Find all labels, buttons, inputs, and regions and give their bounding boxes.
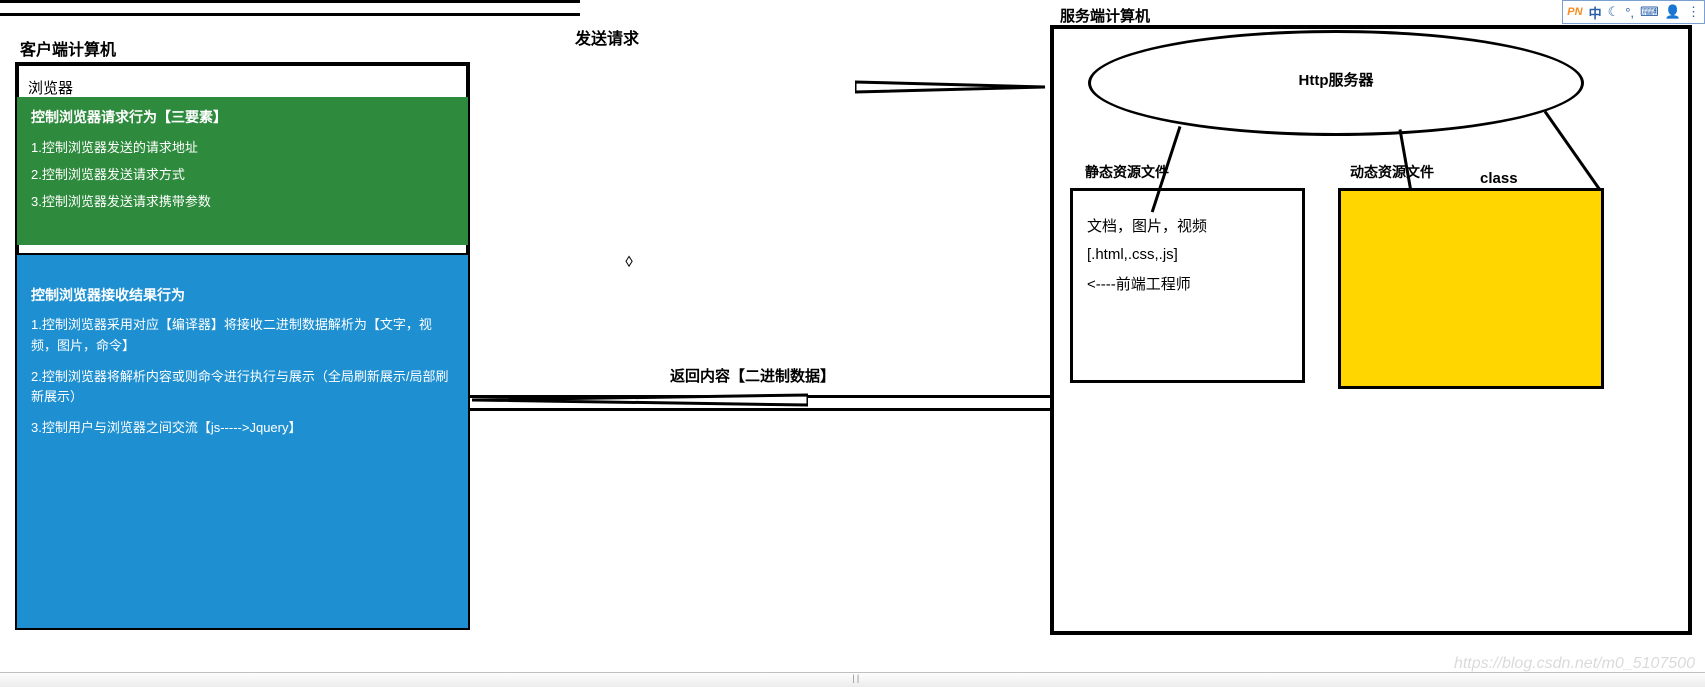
menu-icon[interactable]: ⋮	[1687, 4, 1700, 20]
request-arrow-stem	[0, 0, 580, 16]
moon-icon[interactable]: ☾	[1608, 4, 1620, 20]
request-behavior-panel: 控制浏览器请求行为【三要素】 1.控制浏览器发送的请求地址 2.控制浏览器发送请…	[17, 97, 468, 245]
watermark-text: https://blog.csdn.net/m0_5107500	[1454, 655, 1695, 673]
ime-tray[interactable]: PN 中 ☾ °, ⌨ 👤 ⋮	[1562, 0, 1705, 24]
response-arrow-head	[468, 383, 808, 417]
dynamic-resource-box	[1338, 188, 1604, 389]
static-line-2: [.html,.css,.js]	[1087, 246, 1288, 263]
send-request-label: 发送请求	[575, 25, 639, 49]
static-resource-title: 静态资源文件	[1085, 162, 1169, 182]
keyboard-icon[interactable]: ⌨	[1640, 4, 1659, 20]
response-panel-header: 控制浏览器接收结果行为	[31, 285, 454, 305]
response-behavior-panel: 控制浏览器接收结果行为 1.控制浏览器采用对应【编译器】将接收二进制数据解析为【…	[17, 253, 468, 628]
client-computer-title: 客户端计算机	[20, 36, 116, 60]
response-point-3: 3.控制用户与浏览器之间交流【js----->Jquery】	[31, 418, 454, 439]
request-panel-header: 控制浏览器请求行为【三要素】	[31, 107, 454, 127]
punctuation-icon[interactable]: °,	[1625, 5, 1634, 20]
dynamic-resource-title: 动态资源文件	[1350, 162, 1434, 182]
server-computer-title: 服务端计算机	[1060, 5, 1150, 26]
cursor-icon: ⬨	[625, 250, 633, 271]
user-icon[interactable]: 👤	[1665, 4, 1681, 20]
request-point-2: 2.控制浏览器发送请求方式	[31, 164, 454, 183]
response-point-1: 1.控制浏览器采用对应【编译器】将接收二进制数据解析为【文字，视频，图片，命令】	[31, 315, 454, 357]
static-resource-box: 文档，图片，视频 [.html,.css,.js] <----前端工程师	[1070, 188, 1305, 383]
http-server-ellipse: Http服务器	[1088, 30, 1584, 136]
response-point-2: 2.控制浏览器将解析内容或则命令进行执行与展示（全局刷新展示/局部刷新展示）	[31, 367, 454, 409]
request-point-1: 1.控制浏览器发送的请求地址	[31, 137, 454, 156]
horizontal-scrollbar[interactable]	[0, 672, 1705, 687]
browser-label: 浏览器	[28, 77, 73, 98]
ime-brand-icon: PN	[1567, 6, 1582, 18]
class-label: class	[1480, 170, 1518, 187]
ime-language-indicator[interactable]: 中	[1589, 3, 1602, 22]
request-point-3: 3.控制浏览器发送请求携带参数	[31, 191, 454, 210]
static-line-1: 文档，图片，视频	[1087, 215, 1288, 236]
static-line-3: <----前端工程师	[1087, 273, 1288, 294]
request-arrow-head	[855, 70, 1055, 104]
